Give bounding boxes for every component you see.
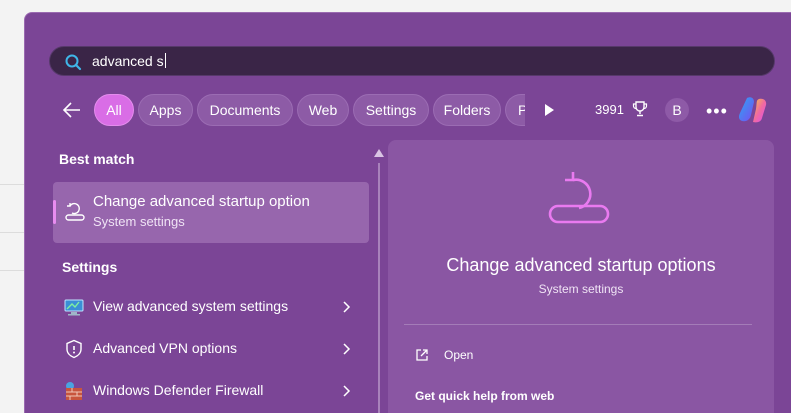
- back-arrow-icon[interactable]: [61, 99, 83, 121]
- startup-recovery-icon: [65, 202, 85, 221]
- tab-web[interactable]: Web: [297, 94, 349, 126]
- search-icon: [65, 54, 82, 71]
- search-box[interactable]: advanced s: [49, 46, 775, 76]
- list-item-label: View advanced system settings: [93, 298, 289, 314]
- chevron-right-icon[interactable]: [343, 343, 351, 355]
- selection-indicator: [53, 200, 56, 224]
- best-match-subtitle: System settings: [93, 214, 185, 229]
- open-label: Open: [444, 348, 474, 362]
- best-match-item[interactable]: Change advanced startup option System se…: [53, 182, 369, 243]
- trophy-icon[interactable]: [632, 100, 648, 118]
- more-options-icon[interactable]: •••: [706, 101, 728, 122]
- list-item-label: Windows Defender Firewall: [93, 382, 264, 398]
- detail-pane: Change advanced startup options System s…: [388, 140, 774, 413]
- tab-folders[interactable]: Folders: [433, 94, 501, 126]
- list-item-view-advanced-system-settings[interactable]: View advanced system settings: [53, 287, 369, 327]
- system-monitor-icon: [64, 299, 84, 316]
- divider: [404, 324, 752, 325]
- search-input[interactable]: advanced s: [92, 53, 166, 69]
- chevron-right-icon[interactable]: [343, 301, 351, 313]
- shield-icon: [66, 339, 82, 359]
- list-item-advanced-vpn-options[interactable]: Advanced VPN options: [53, 329, 369, 369]
- tab-documents[interactable]: Documents: [197, 94, 293, 126]
- avatar[interactable]: B: [665, 98, 689, 122]
- best-match-title: Change advanced startup option: [93, 193, 310, 210]
- list-item-windows-defender-firewall[interactable]: Windows Defender Firewall: [53, 371, 369, 411]
- tab-photos[interactable]: P: [505, 94, 525, 126]
- copilot-icon[interactable]: [737, 95, 769, 125]
- firewall-icon: [66, 382, 82, 400]
- startup-recovery-icon: [548, 172, 610, 224]
- rewards-points: 3991: [595, 102, 624, 117]
- start-search-panel: advanced s All Apps Documents Web Settin…: [24, 12, 791, 413]
- chevron-right-icon[interactable]: [343, 385, 351, 397]
- open-external-icon: [416, 349, 428, 361]
- play-icon[interactable]: [542, 103, 556, 117]
- tab-all[interactable]: All: [94, 94, 134, 126]
- detail-subtitle: System settings: [538, 282, 624, 296]
- scrollbar[interactable]: [378, 163, 380, 413]
- list-item-label: Advanced VPN options: [93, 340, 237, 356]
- best-match-heading: Best match: [59, 151, 135, 167]
- settings-heading: Settings: [62, 259, 118, 275]
- tab-apps[interactable]: Apps: [138, 94, 193, 126]
- scroll-up-arrow-icon[interactable]: [374, 149, 384, 157]
- detail-title: Change advanced startup options: [446, 255, 716, 275]
- tab-settings[interactable]: Settings: [353, 94, 429, 126]
- quick-help-heading: Get quick help from web: [415, 389, 555, 403]
